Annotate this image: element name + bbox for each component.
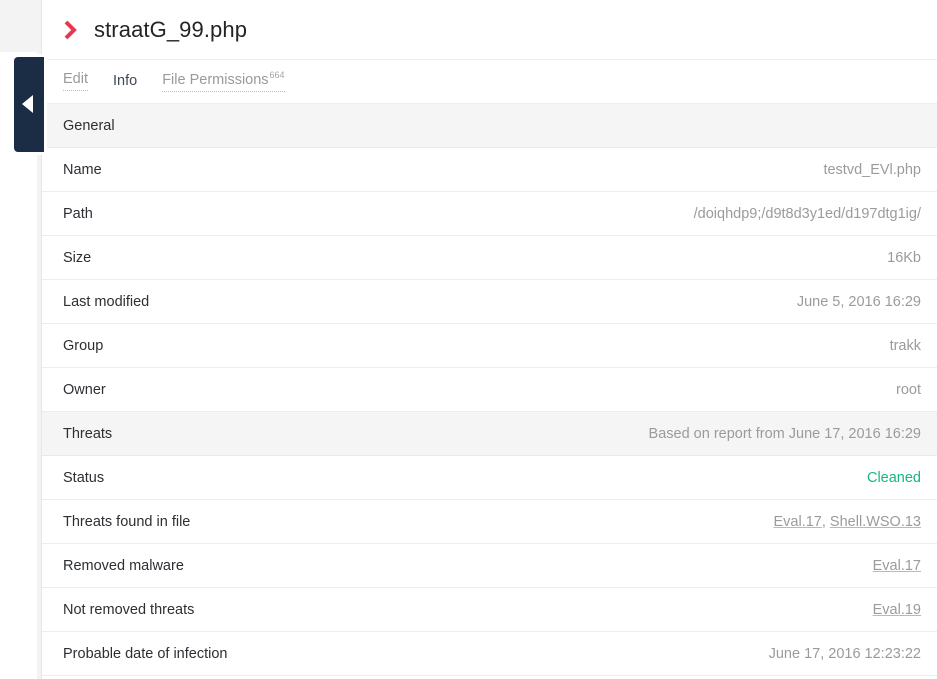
row-label: Threats found in file <box>63 513 191 530</box>
table-row: Last modified June 5, 2016 16:29 <box>42 280 937 324</box>
tab-bar: Edit Info File Permissions664 <box>42 60 937 104</box>
row-label: Not removed threats <box>63 601 195 618</box>
section-title: Threats <box>63 425 113 442</box>
row-value: Eval.19 <box>873 602 921 618</box>
section-header-general: General <box>42 104 937 148</box>
table-row: Size 16Kb <box>42 236 937 280</box>
row-value: June 17, 2016 12:23:22 <box>768 645 921 662</box>
row-label: Owner <box>63 381 106 398</box>
file-details-screen: straatG_99.php Edit Info File Permission… <box>0 0 937 679</box>
table-row: Owner root <box>42 368 937 412</box>
threat-link[interactable]: Eval.17 <box>873 558 921 574</box>
row-value: 16Kb <box>887 249 921 266</box>
threat-link[interactable]: Shell.WSO.13 <box>830 514 921 530</box>
row-label: Last modified <box>63 293 150 310</box>
chevron-right-icon[interactable] <box>62 19 80 41</box>
tab-edit[interactable]: Edit <box>63 72 88 91</box>
tab-file-permissions[interactable]: File Permissions664 <box>162 70 285 92</box>
row-label: Probable date of infection <box>63 645 228 662</box>
table-row: Threats found in file Eval.17, Shell.WSO… <box>42 500 937 544</box>
table-row: Status Cleaned <box>42 456 937 500</box>
table-row: Probable date of infection June 17, 2016… <box>42 632 937 676</box>
section-header-threats: Threats Based on report from June 17, 20… <box>42 412 937 456</box>
table-row: Path /doiqhdp9;/d9t8d3y1ed/d197dtg1ig/ <box>42 192 937 236</box>
table-row: Name testvd_EVl.php <box>42 148 937 192</box>
row-value: /doiqhdp9;/d9t8d3y1ed/d197dtg1ig/ <box>693 205 921 222</box>
row-label: Name <box>63 161 102 178</box>
row-label: Size <box>63 249 92 266</box>
row-label: Group <box>63 337 104 354</box>
tab-info[interactable]: Info <box>113 74 137 89</box>
table-row: Group trakk <box>42 324 937 368</box>
collapse-panel-handle[interactable] <box>14 57 44 152</box>
status-badge: Cleaned <box>866 469 921 486</box>
details-rows: General Name testvd_EVl.php Path /doiqhd… <box>42 104 937 676</box>
row-value: trakk <box>889 337 921 354</box>
details-panel: straatG_99.php Edit Info File Permission… <box>42 0 937 679</box>
row-value: June 5, 2016 16:29 <box>796 293 921 310</box>
row-value: Eval.17 <box>873 558 921 574</box>
row-value: Eval.17, Shell.WSO.13 <box>773 513 921 530</box>
table-row: Not removed threats Eval.19 <box>42 588 937 632</box>
row-label: Removed malware <box>63 557 184 574</box>
row-value: testvd_EVl.php <box>823 161 921 178</box>
tab-info-label: Info <box>113 73 138 90</box>
tab-file-permissions-label: File Permissions <box>162 72 269 89</box>
row-value: root <box>896 381 921 398</box>
section-title: General <box>63 117 115 134</box>
page-title: straatG_99.php <box>94 16 248 42</box>
tab-edit-label: Edit <box>63 71 88 88</box>
panel-titlebar: straatG_99.php <box>42 0 937 60</box>
table-row: Removed malware Eval.17 <box>42 544 937 588</box>
threat-link[interactable]: Eval.17 <box>773 514 821 530</box>
file-permissions-badge: 664 <box>269 70 285 81</box>
threat-link[interactable]: Eval.19 <box>873 602 921 618</box>
row-label: Path <box>63 205 93 222</box>
chevron-left-icon <box>22 95 33 113</box>
section-note: Based on report from June 17, 2016 16:29 <box>648 425 921 442</box>
row-label: Status <box>63 469 105 486</box>
